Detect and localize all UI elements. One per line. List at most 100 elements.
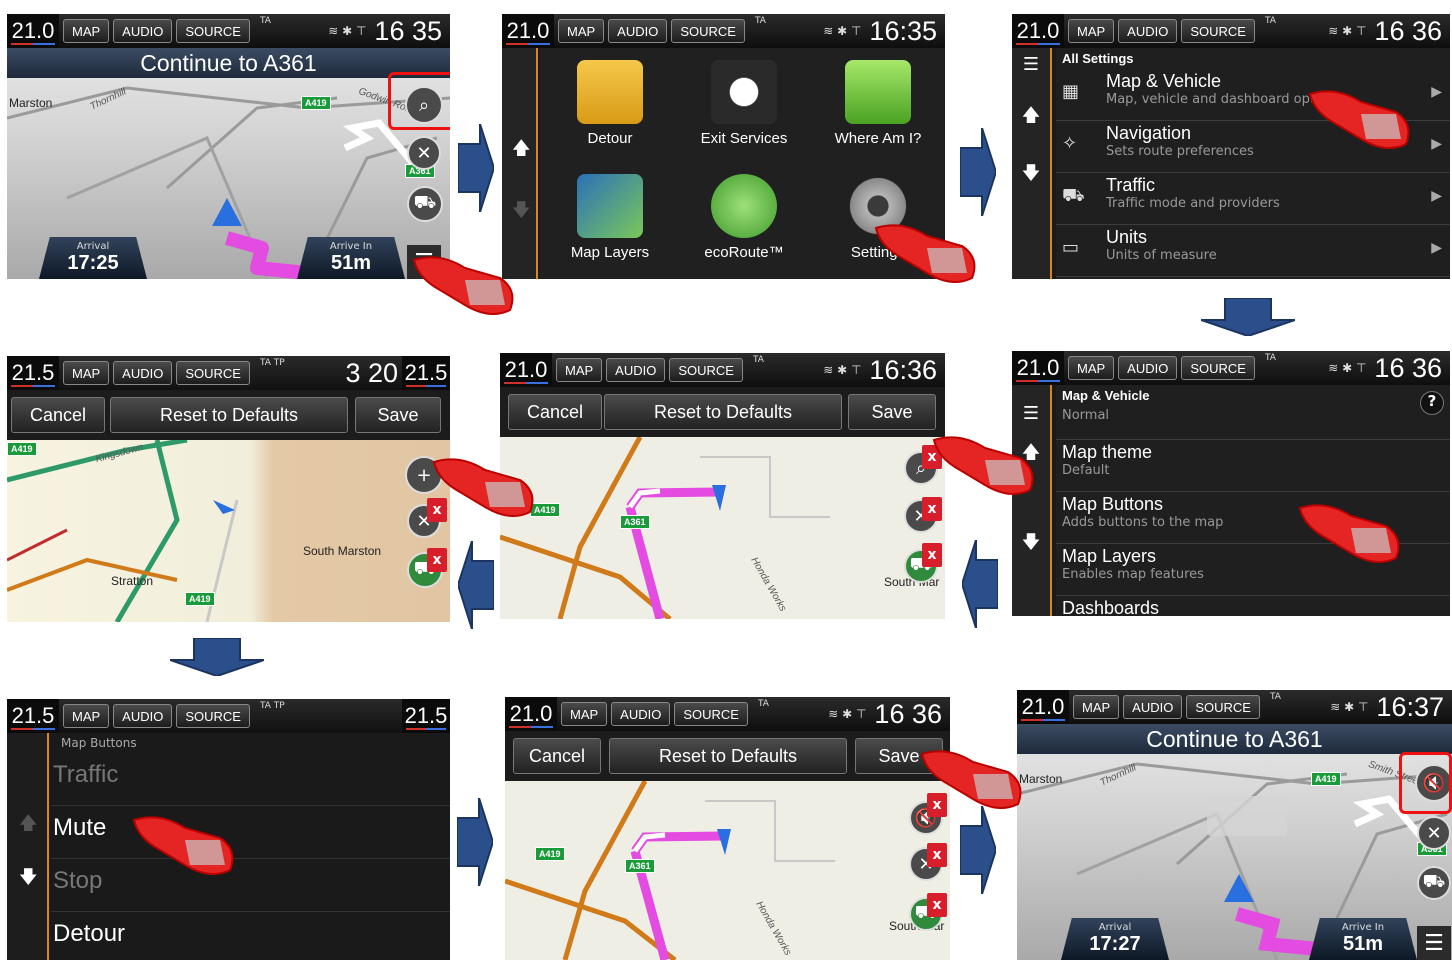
settings-row-navigation[interactable]: ✧ Navigation Sets route preferences ▶ [1056,121,1450,173]
scroll-up-icon[interactable]: 🡅 [19,811,38,841]
map-button[interactable]: MAP [1073,695,1120,719]
audio-button[interactable]: AUDIO [608,19,668,43]
audio-button[interactable]: AUDIO [113,704,173,728]
cancel-button[interactable]: Cancel [508,394,602,430]
map-2d-view[interactable] [505,781,950,960]
ta-indicator: TA [757,699,769,709]
settings-row-map-theme[interactable]: Map theme Default [1056,440,1450,492]
map-button[interactable]: MAP [558,19,605,43]
clock: 3 20 [345,357,398,388]
save-button[interactable]: Save [848,394,936,430]
arrival-info[interactable]: Arrival 17:25 [39,237,147,279]
map-button[interactable]: MAP [63,19,110,43]
app-where-am-i[interactable]: Where Am I? [812,60,944,147]
arrive-in-info[interactable]: Arrive In 51m [1309,918,1417,960]
arrive-in-info[interactable]: Arrive In 51m [297,237,405,279]
scroll-down-icon[interactable]: 🡇 [1012,161,1050,191]
audio-button[interactable]: AUDIO [113,19,173,43]
screen-app-menu: 21.0 MAP AUDIO SOURCE TA ≋ ✱ ⊤ 16:35 🡅 🡇… [502,14,945,279]
next-turn-banner[interactable]: Continue to A361 [7,48,450,78]
chevron-right-icon: ▶ [1431,136,1442,152]
list-item-stop[interactable]: Stop [51,859,450,912]
scroll-up-icon[interactable]: 🡅 [1012,103,1050,133]
app-exit-services[interactable]: Exit Services [678,60,810,147]
save-button[interactable]: Save [355,397,441,433]
remove-icon[interactable]: x [927,793,947,817]
source-button[interactable]: SOURCE [176,19,250,43]
settings-row-dashboards[interactable]: Dashboards [1056,596,1450,616]
audio-button[interactable]: AUDIO [611,702,671,726]
save-button[interactable]: Save [855,738,943,774]
source-button[interactable]: SOURCE [674,702,748,726]
next-turn-banner[interactable]: Continue to A361 [1017,724,1452,754]
cancel-button[interactable]: Cancel [513,738,601,774]
temperature-left: 21.0 [1012,14,1064,48]
source-button[interactable]: SOURCE [1181,19,1255,43]
menu-icon[interactable]: ☰ [1012,403,1050,424]
stop-route-button[interactable]: ✕ [1417,816,1451,850]
remove-icon[interactable]: x [927,893,947,917]
app-ecoroute[interactable]: ecoRoute™ [678,174,810,261]
settings-row-map-buttons[interactable]: Map Buttons Adds buttons to the map [1056,492,1450,544]
map-button[interactable]: MAP [561,702,608,726]
remove-icon[interactable]: x [427,498,447,522]
clock: 16 35 [374,15,442,46]
menu-icon[interactable]: ☰ [1012,54,1050,75]
layers-icon [577,174,643,238]
cancel-button[interactable]: Cancel [11,397,105,433]
remove-icon[interactable]: x [922,543,942,567]
remove-icon[interactable]: x [427,548,447,572]
audio-button[interactable]: AUDIO [606,358,666,382]
traffic-button[interactable]: ⛟ [407,186,443,222]
audio-button[interactable]: AUDIO [113,361,173,385]
map-button[interactable]: MAP [556,358,603,382]
settings-row-map-vehicle[interactable]: ▦ Map & Vehicle Map, vehicle and dashboa… [1056,69,1450,121]
menu-button[interactable]: ☰ [1417,926,1451,960]
reset-defaults-button[interactable]: Reset to Defaults [609,738,847,774]
stop-route-button[interactable]: ✕ [407,136,441,170]
remove-icon[interactable]: x [922,497,942,521]
remove-icon[interactable]: x [927,843,947,867]
map-button[interactable]: MAP [1068,356,1115,380]
settings-row-map-layers[interactable]: Map Layers Enables map features [1056,544,1450,596]
settings-row-traffic[interactable]: ⛟ Traffic Traffic mode and providers ▶ [1056,173,1450,225]
row-title: Navigation [1106,123,1192,143]
source-button[interactable]: SOURCE [1186,695,1260,719]
list-item-mute[interactable]: Mute [51,806,450,859]
app-map-layers[interactable]: Map Layers [544,174,676,261]
reset-defaults-button[interactable]: Reset to Defaults [110,397,348,433]
add-button[interactable]: + [405,456,443,494]
temperature-right: 21.5 [402,356,450,390]
list-item-detour[interactable]: Detour [51,912,450,960]
settings-row-units[interactable]: ▭ Units Units of measure ▶ [1056,225,1450,277]
source-button[interactable]: SOURCE [1181,356,1255,380]
audio-button[interactable]: AUDIO [1118,356,1178,380]
remove-icon[interactable]: x [922,445,942,469]
arrival-info[interactable]: Arrival 17:27 [1061,918,1169,960]
scroll-down-icon[interactable]: 🡇 [19,865,38,895]
source-button[interactable]: SOURCE [176,704,250,728]
scroll-up-icon[interactable]: 🡅 [512,136,531,166]
source-button[interactable]: SOURCE [176,361,250,385]
arrival-time: 17:27 [1089,933,1141,955]
screen-all-settings: 21.0 MAP AUDIO SOURCE TA ≋ ✱ ⊤ 16 36 ☰ 🡅… [1012,14,1450,279]
menu-button[interactable]: ☰ [407,245,441,279]
app-detour[interactable]: Detour [544,60,676,147]
source-button[interactable]: SOURCE [671,19,745,43]
scroll-down-icon[interactable]: 🡇 [1012,530,1050,560]
app-settings[interactable]: Settings [812,174,944,261]
map-button[interactable]: MAP [63,361,110,385]
scroll-up-icon[interactable]: 🡅 [1012,440,1050,470]
traffic-button[interactable]: ⛟ [1417,866,1451,900]
map-button[interactable]: MAP [63,704,110,728]
list-item-traffic[interactable]: Traffic [51,753,450,806]
scroll-down-icon[interactable]: 🡇 [512,198,531,228]
source-button[interactable]: SOURCE [669,358,743,382]
reset-defaults-button[interactable]: Reset to Defaults [604,394,842,430]
audio-button[interactable]: AUDIO [1118,19,1178,43]
map-button[interactable]: MAP [1068,19,1115,43]
settings-row[interactable]: Normal [1056,406,1450,440]
map-2d-view[interactable] [500,437,945,619]
audio-button[interactable]: AUDIO [1123,695,1183,719]
map-2d-view[interactable] [7,440,450,622]
